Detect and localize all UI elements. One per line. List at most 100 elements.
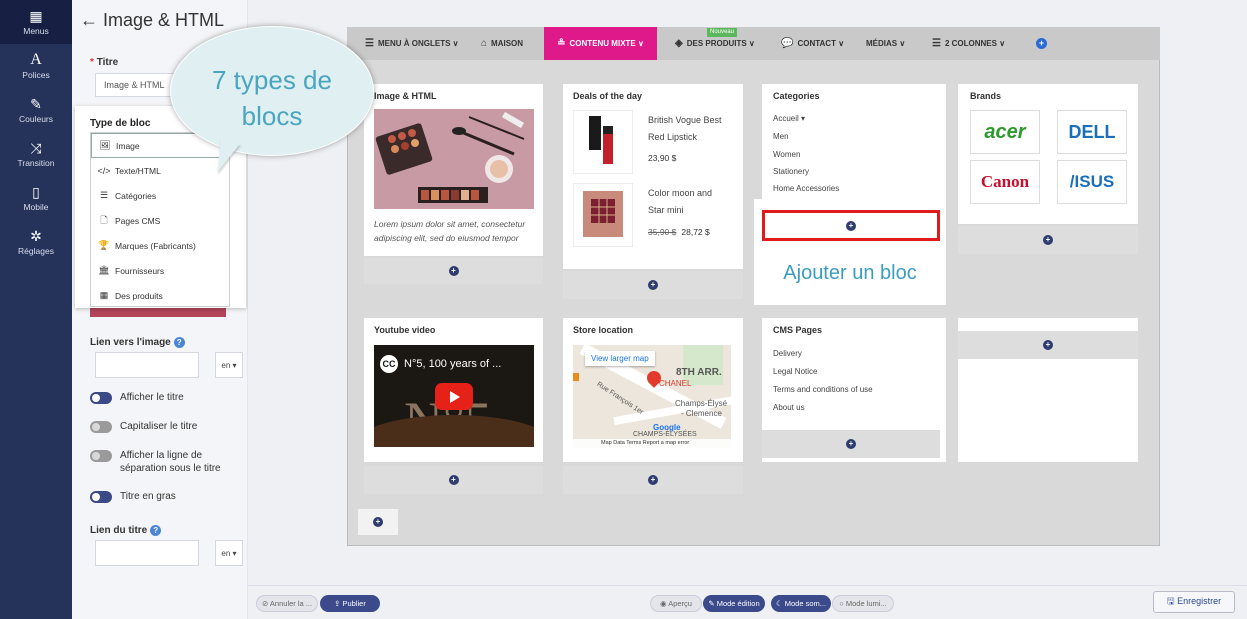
sidebar-item-label: Couleurs [18, 114, 54, 124]
title-label: * Titre [90, 57, 119, 68]
menu-icon: ☰ [932, 38, 941, 49]
nav-tab-2-colonnes[interactable]: ☰ 2 COLONNES ∨ [932, 27, 1005, 60]
callout-text: 7 types de blocs [212, 65, 332, 131]
edit-mode-button[interactable]: ✎ Mode édition [703, 595, 765, 612]
page-icon: 🗋 [100, 214, 108, 225]
block-type-option-categories[interactable]: ☰ Catégories [91, 183, 229, 208]
help-icon[interactable]: ? [150, 525, 162, 536]
mobile-icon: ▯ [32, 184, 40, 200]
category-item[interactable]: Home Accessories [773, 184, 839, 193]
add-block-button[interactable]: + [958, 331, 1138, 359]
mixed-content-icon: ≗ [557, 38, 566, 49]
category-item[interactable]: Men [773, 132, 789, 141]
code-icon: </> [97, 165, 111, 176]
image-link-lang-select[interactable]: en ▾ [215, 352, 243, 378]
plus-icon: + [448, 475, 459, 485]
plus-icon: + [1036, 38, 1047, 49]
block-title: Image & HTML [374, 91, 437, 101]
block-type-option-brands[interactable]: 🏆 Marques (Fabricants) [91, 233, 229, 258]
bank-icon: 🏛 [98, 265, 110, 275]
sidebar-item-mobile[interactable]: ▯ Mobile [0, 176, 72, 220]
product-price: 23,90 $ [648, 153, 677, 163]
preview-button[interactable]: ◉ Aperçu [650, 595, 702, 612]
lipstick-image [573, 110, 633, 174]
products-grid-icon: ▦ [99, 290, 109, 300]
title-link-lang-select[interactable]: en ▾ [215, 540, 243, 566]
product-name[interactable]: British Vogue Best Red Lipstick [648, 112, 722, 146]
panel-header[interactable]: ← Image & HTML [80, 10, 224, 31]
add-block-button[interactable]: + [762, 430, 940, 458]
diamond-icon: ◈ [675, 38, 683, 49]
add-block-button[interactable]: + [762, 210, 940, 241]
nav-tab-maison[interactable]: ⌂ MAISON [481, 27, 523, 60]
help-icon[interactable]: ? [173, 337, 185, 348]
map-footer: Map Data Terms Report a map error [573, 439, 731, 448]
title-link-label: Lien du titre? [90, 525, 162, 536]
add-block-button[interactable]: + [364, 258, 543, 284]
capitalize-title-toggle[interactable] [90, 421, 112, 433]
nav-tab-medias[interactable]: MÉDIAS ∨ [866, 27, 905, 60]
product-price: 35,90 $28,72 $ [648, 227, 710, 237]
separator-line-toggle[interactable] [90, 450, 112, 462]
bold-title-toggle[interactable] [90, 491, 112, 503]
font-icon: A [30, 51, 42, 68]
menu-icon: ☰ [365, 38, 374, 49]
show-title-toggle[interactable] [90, 392, 112, 404]
grid-icon: ▦ [29, 8, 43, 24]
nav-tab-menu-onglets[interactable]: ☰ MENU À ONGLETS ∨ [365, 27, 459, 60]
plus-icon: + [1043, 340, 1053, 350]
dark-mode-button[interactable]: ☾ Mode som... [771, 595, 831, 612]
sidebar-item-transition[interactable]: ⤨ Transition [0, 132, 72, 176]
sidebar-item-label: Menus [23, 26, 49, 36]
nav-tab-contenu-mixte[interactable]: ≗ CONTENU MIXTE ∨ [544, 27, 657, 60]
block-title: CMS Pages [773, 325, 823, 335]
brand-logo-asus[interactable]: /ISUS [1057, 160, 1127, 204]
cancel-button[interactable]: ⊘ Annuler la ... [256, 595, 318, 612]
save-button[interactable]: 🖫 Enregistrer [1153, 591, 1235, 613]
cms-page-item[interactable]: Delivery [773, 349, 802, 358]
add-row-button[interactable]: + [358, 509, 398, 535]
add-block-button[interactable]: + [958, 226, 1138, 254]
block-type-label: Type de bloc [90, 118, 151, 129]
sidebar-item-couleurs[interactable]: ✎ Couleurs [0, 88, 72, 132]
brand-logo-dell[interactable]: DELL [1057, 110, 1127, 154]
block-type-option-suppliers[interactable]: 🏛 Fournisseurs [91, 258, 229, 283]
image-link-input[interactable] [95, 352, 199, 378]
view-larger-map-link[interactable]: View larger map [585, 351, 655, 366]
category-item[interactable]: Stationery [773, 167, 809, 176]
cms-page-item[interactable]: Legal Notice [773, 367, 817, 376]
trophy-icon: 🏆 [98, 240, 110, 250]
title-link-input[interactable] [95, 540, 199, 566]
video-title: N°5, 100 years of ... [404, 358, 502, 370]
category-item[interactable]: Accueil ▾ [773, 114, 805, 123]
home-icon: ⌂ [481, 38, 488, 49]
add-tab-button[interactable]: + [1036, 27, 1047, 60]
add-block-button[interactable]: + [563, 271, 743, 299]
add-block-button[interactable]: + [364, 466, 543, 494]
separator-line-label: Afficher la ligne de séparation sous le … [120, 450, 221, 474]
cms-page-item[interactable]: About us [773, 403, 805, 412]
cms-page-item[interactable]: Terms and conditions of use [773, 385, 873, 394]
block-categories[interactable] [762, 84, 946, 199]
brand-logo-acer[interactable]: acer [970, 110, 1040, 154]
block-type-option-products[interactable]: ▦ Des produits [91, 283, 229, 308]
brand-logo-canon[interactable]: Canon [970, 160, 1040, 204]
block-title: Brands [970, 91, 1002, 101]
play-icon[interactable] [435, 383, 473, 410]
sidebar-item-label: Réglages [18, 246, 54, 256]
product-name[interactable]: Color moon and Star mini [648, 185, 712, 219]
youtube-video-player[interactable]: N°5 CC N°5, 100 years of ... [374, 345, 534, 447]
nav-tab-contact[interactable]: 💬 CONTACT ∨ [781, 27, 844, 60]
store-map[interactable]: View larger map 8TH ARR. CHANEL Rue Fran… [573, 345, 731, 448]
bold-title-label: Titre en gras [120, 491, 176, 502]
add-block-button[interactable]: + [563, 466, 743, 494]
category-item[interactable]: Women [773, 150, 800, 159]
light-mode-button[interactable]: ○ Mode lumi... [832, 595, 894, 612]
sidebar-item-label: Transition [17, 158, 55, 168]
sidebar-item-reglages[interactable]: ✲ Réglages [0, 220, 72, 264]
publish-button[interactable]: ⇪ Publier [320, 595, 380, 612]
block-type-option-cms[interactable]: 🗋 Pages CMS [91, 208, 229, 233]
sidebar-item-polices[interactable]: A Polices [0, 44, 72, 88]
sidebar-item-menus[interactable]: ▦ Menus [0, 0, 72, 44]
block-type-option-html[interactable]: </> Texte/HTML [91, 158, 229, 183]
